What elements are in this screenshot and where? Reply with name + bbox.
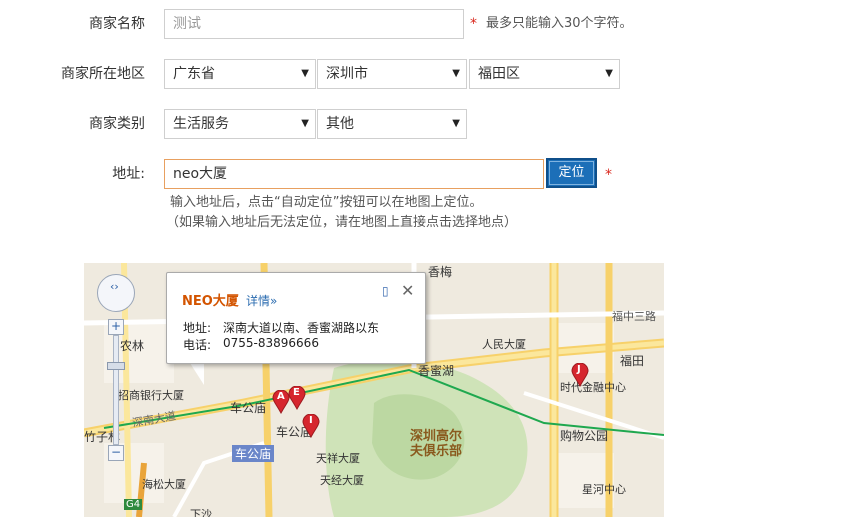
map-label: 福田 (620, 354, 645, 368)
map-label: 天经大厦 (320, 474, 364, 487)
district-value: 福田区 (478, 66, 520, 82)
map-label: 下沙 (190, 508, 212, 517)
chevron-down-icon: ▼ (452, 68, 460, 79)
district-select[interactable]: 福田区 ▼ (469, 59, 620, 89)
province-value: 广东省 (173, 66, 215, 82)
map-pan-control[interactable]: ‹› (97, 274, 135, 312)
map-label: 车公庙 (232, 445, 275, 462)
address-value: neo大厦 (173, 166, 228, 182)
popup-phone-label: 电话: (183, 338, 212, 352)
map-label: 时代金融中心 (560, 381, 626, 394)
address-hint-1: 输入地址后，点击“自动定位”按钮可以在地图上定位。 (170, 195, 483, 210)
city-select[interactable]: 深圳市 ▼ (317, 59, 467, 89)
zoom-in-button[interactable]: + (108, 319, 124, 335)
popup-details-link[interactable]: 详情» (246, 292, 277, 309)
merchant-name-label: 商家名称 (89, 16, 145, 32)
map-info-window: NEO大厦 详情» ▯ ✕ 地址: 深南大道以南、香蜜湖路以东 电话: 0755… (166, 272, 426, 364)
marker-label: I (309, 415, 313, 426)
map-marker-e[interactable]: E (288, 385, 306, 414)
map-label: 香梅 (428, 265, 453, 279)
pan-icon: ‹› (110, 280, 119, 293)
chevron-down-icon: ▼ (301, 118, 309, 129)
close-icon[interactable]: ✕ (401, 281, 414, 300)
category-secondary-select[interactable]: 其他 ▼ (317, 109, 467, 139)
map-label: 天祥大厦 (316, 452, 360, 465)
category-label: 商家类别 (89, 116, 145, 132)
popup-address-value: 深南大道以南、香蜜湖路以东 (223, 321, 380, 335)
chevron-down-icon: ▼ (452, 118, 460, 129)
map-label: 星河中心 (582, 483, 626, 496)
zoom-slider-track[interactable] (113, 335, 119, 445)
address-input[interactable]: neo大厦 (164, 159, 544, 189)
address-label: 地址: (112, 166, 145, 182)
popup-pointer (190, 363, 204, 385)
merchant-name-input[interactable]: 测试 (164, 9, 464, 39)
map-label: 福中三路 (612, 310, 656, 323)
address-hint-2: （如果输入地址后无法定位，请在地图上直接点击选择地点） (166, 215, 518, 230)
category-primary-value: 生活服务 (173, 116, 229, 132)
map-label: G4 (124, 499, 143, 510)
category-secondary-value: 其他 (326, 116, 354, 132)
map-label: 购物公园 (560, 429, 609, 443)
marker-label: J (577, 364, 581, 375)
chevron-down-icon: ▼ (605, 68, 613, 79)
required-mark: * (470, 16, 477, 32)
popup-phone-value: 0755-83896666 (223, 336, 319, 350)
map-marker-i[interactable]: I (302, 413, 320, 442)
map-label: 人民大厦 (482, 338, 526, 351)
map-label: 香蜜湖 (418, 364, 455, 378)
province-select[interactable]: 广东省 ▼ (164, 59, 316, 89)
popup-address-label: 地址: (183, 321, 212, 335)
chevron-down-icon: ▼ (301, 68, 309, 79)
zoom-out-button[interactable]: − (108, 445, 124, 461)
city-value: 深圳市 (326, 66, 368, 82)
marker-label: A (277, 391, 285, 402)
category-primary-select[interactable]: 生活服务 ▼ (164, 109, 316, 139)
map-marker-j[interactable]: J (571, 362, 589, 391)
marker-label: E (293, 387, 300, 398)
popup-title[interactable]: NEO大厦 (182, 290, 239, 309)
region-label: 商家所在地区 (61, 66, 145, 82)
map-label: 车公庙 (230, 401, 267, 415)
zoom-slider-handle[interactable] (107, 362, 125, 370)
map-label: 农林 (120, 339, 145, 353)
map-label: 深圳高尔夫俱乐部 (410, 429, 463, 459)
required-mark: * (605, 167, 612, 183)
merchant-name-placeholder: 测试 (173, 16, 201, 32)
map-label: 招商银行大厦 (118, 389, 184, 402)
locate-button[interactable]: 定位 (546, 158, 597, 188)
phone-icon[interactable]: ▯ (382, 284, 389, 298)
merchant-name-hint: 最多只能输入30个字符。 (486, 16, 633, 31)
map-label: 海松大厦 (142, 478, 186, 491)
